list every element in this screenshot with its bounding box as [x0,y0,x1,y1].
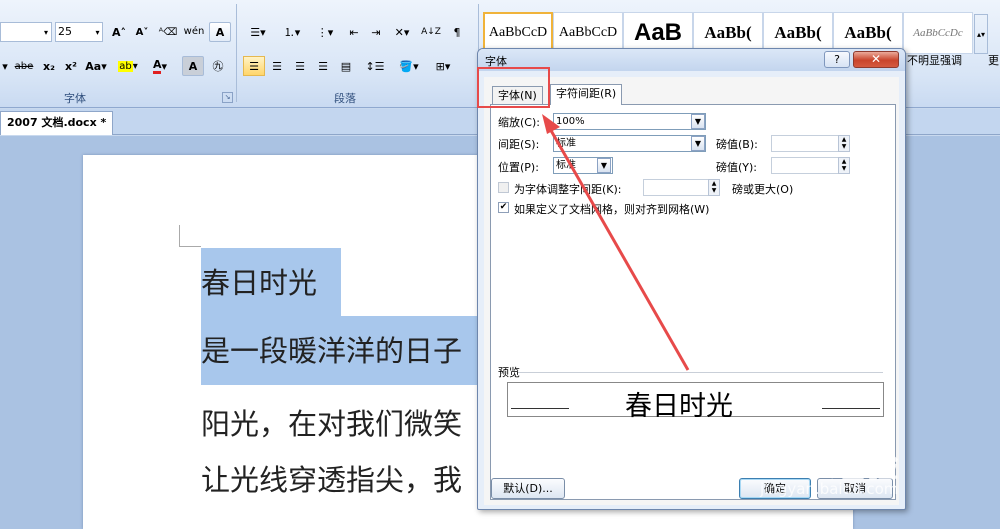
tab-character-spacing[interactable]: 字符间距(R) [550,84,623,105]
watermark-url: jingyan.baidu.com [760,480,899,498]
